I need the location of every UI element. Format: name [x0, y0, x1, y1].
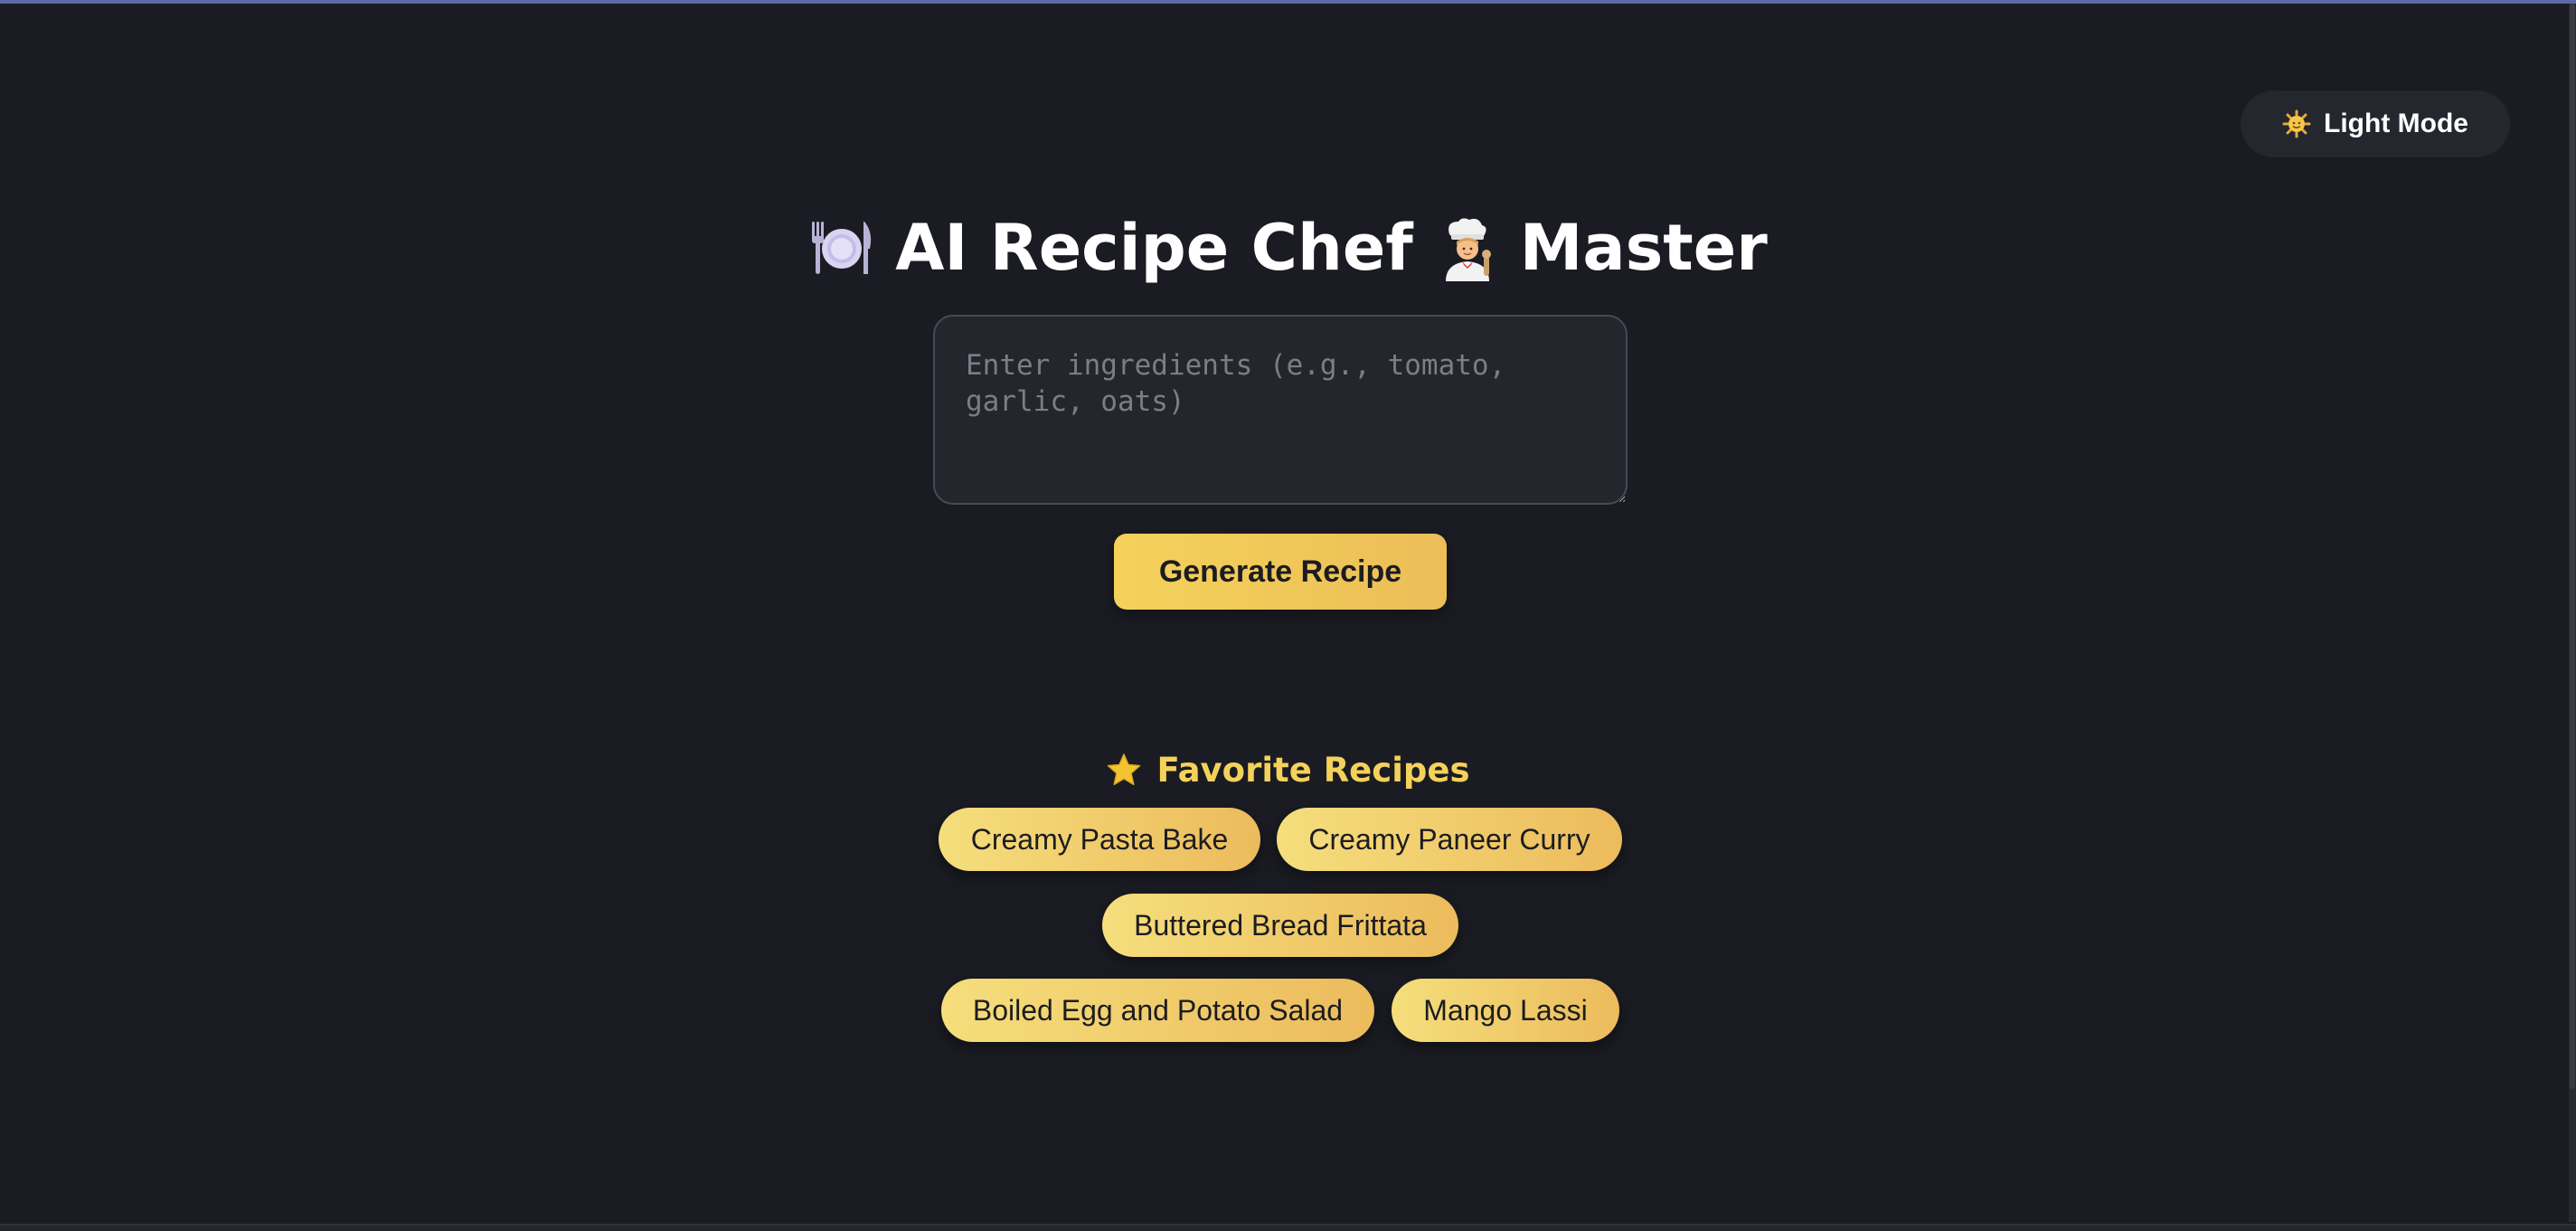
vertical-scrollbar[interactable] — [2569, 4, 2576, 1222]
generate-recipe-button[interactable]: Generate Recipe — [1114, 534, 1447, 610]
theme-toggle-label: Light Mode — [2324, 109, 2468, 138]
favorites-heading-text: Favorite Recipes — [1156, 750, 1470, 790]
favorites-heading: Favorite Recipes — [0, 745, 2576, 794]
chef-icon — [1433, 214, 1500, 281]
title-text-part2: Master — [1519, 211, 1768, 285]
plate-cutlery-icon — [808, 214, 875, 281]
window-top-edge — [0, 0, 2576, 4]
page-title: AI Recipe Chef Master — [0, 204, 2576, 291]
theme-toggle-button[interactable]: Light Mode — [2241, 90, 2510, 157]
star-icon — [1106, 752, 1142, 788]
window-bottom-edge — [0, 1224, 2576, 1231]
title-text-part1: AI Recipe Chef — [895, 211, 1413, 285]
scrollbar-thumb[interactable] — [2570, 4, 2575, 1089]
favorite-recipe-item[interactable]: Buttered Bread Frittata — [1102, 894, 1458, 957]
favorite-recipe-item[interactable]: Creamy Paneer Curry — [1277, 808, 1622, 871]
favorite-recipe-item[interactable]: Boiled Egg and Potato Salad — [941, 979, 1374, 1042]
sun-icon — [2282, 109, 2311, 138]
favorite-recipe-item[interactable]: Creamy Pasta Bake — [939, 808, 1260, 871]
ingredients-input[interactable] — [933, 315, 1628, 505]
favorite-recipe-item[interactable]: Mango Lassi — [1392, 979, 1619, 1042]
